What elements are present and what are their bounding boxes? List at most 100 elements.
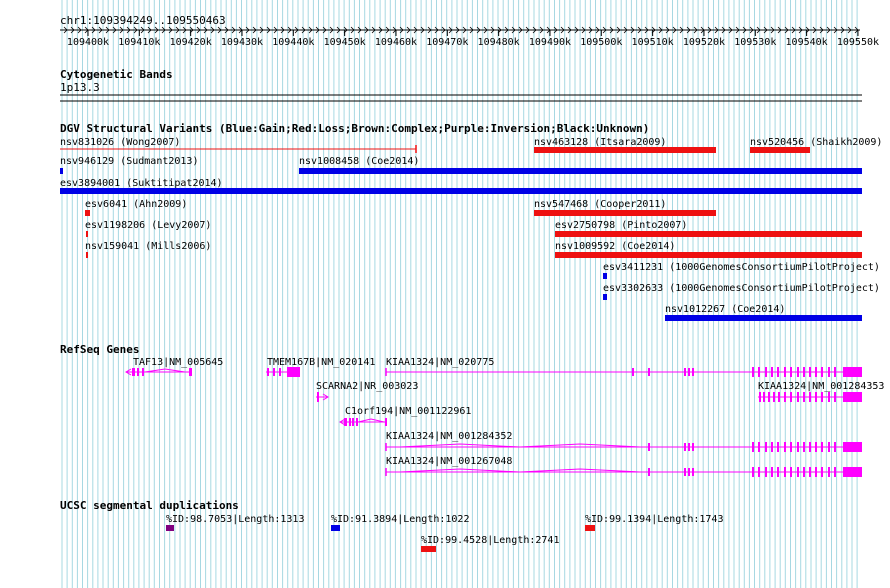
gene-exon[interactable] bbox=[834, 442, 836, 452]
gene-exon[interactable] bbox=[688, 443, 690, 451]
gene-exon[interactable] bbox=[815, 467, 817, 477]
gene-exon[interactable] bbox=[809, 367, 811, 377]
gene-label[interactable]: C1orf194|NM_001122961 bbox=[345, 406, 471, 417]
gene-exon[interactable] bbox=[790, 442, 792, 452]
gene-exon[interactable] bbox=[797, 442, 799, 452]
segdup-bar[interactable] bbox=[166, 525, 174, 531]
gene-exon[interactable] bbox=[828, 367, 830, 377]
gene-exon[interactable] bbox=[821, 367, 823, 377]
gene-exon[interactable] bbox=[778, 392, 780, 402]
dgv-feature-bar[interactable] bbox=[555, 252, 862, 258]
gene-exon[interactable] bbox=[344, 418, 347, 426]
dgv-feature-bar[interactable] bbox=[603, 294, 607, 300]
gene-exon[interactable] bbox=[777, 467, 779, 477]
gene-exon[interactable] bbox=[287, 367, 300, 377]
dgv-feature-label[interactable]: esv3302633 (1000GenomesConsortiumPilotPr… bbox=[603, 283, 880, 294]
gene-exon[interactable] bbox=[648, 368, 650, 376]
gene-exon[interactable] bbox=[279, 368, 281, 376]
gene-exon[interactable] bbox=[777, 367, 779, 377]
gene-label[interactable]: SCARNA2|NR_003023 bbox=[316, 381, 418, 392]
gene-label[interactable]: TMEM167B|NM_020141 bbox=[267, 357, 375, 368]
gene-exon[interactable] bbox=[809, 392, 811, 402]
gene-exon[interactable] bbox=[267, 368, 269, 376]
gene-exon[interactable] bbox=[784, 442, 786, 452]
gene-exon[interactable] bbox=[834, 392, 836, 402]
gene-exon[interactable] bbox=[771, 442, 773, 452]
gene-exon[interactable] bbox=[752, 467, 754, 477]
dgv-feature-bar[interactable] bbox=[86, 252, 88, 258]
gene-exon[interactable] bbox=[784, 392, 786, 402]
gene-exon[interactable] bbox=[684, 468, 686, 476]
dgv-feature-label[interactable]: nsv946129 (Sudmant2013) bbox=[60, 156, 198, 167]
gene-exon[interactable] bbox=[752, 442, 754, 452]
gene-exon[interactable] bbox=[317, 392, 319, 402]
segdup-bar[interactable] bbox=[421, 546, 436, 552]
gene-exon[interactable] bbox=[828, 392, 830, 402]
gene-exon[interactable] bbox=[815, 442, 817, 452]
dgv-feature-bar[interactable] bbox=[60, 188, 862, 194]
dgv-feature-label[interactable]: nsv1008458 (Coe2014) bbox=[299, 156, 419, 167]
dgv-feature-label[interactable]: nsv520456 (Shaikh2009) bbox=[750, 137, 882, 148]
gene-exon[interactable] bbox=[758, 442, 760, 452]
gene-exon[interactable] bbox=[765, 442, 767, 452]
gene-exon[interactable] bbox=[632, 368, 634, 376]
gene-exon[interactable] bbox=[815, 367, 817, 377]
gene-exon[interactable] bbox=[758, 367, 760, 377]
gene-exon[interactable] bbox=[821, 442, 823, 452]
gene-exon[interactable] bbox=[692, 368, 694, 376]
dgv-feature-label[interactable]: esv1198206 (Levy2007) bbox=[85, 220, 211, 231]
gene-exon[interactable] bbox=[815, 392, 817, 402]
gene-exon[interactable] bbox=[768, 392, 770, 402]
gene-exon[interactable] bbox=[797, 392, 799, 402]
gene-exon[interactable] bbox=[688, 368, 690, 376]
dgv-feature-label[interactable]: nsv831026 (Wong2007) bbox=[60, 137, 180, 148]
gene-exon[interactable] bbox=[773, 392, 775, 402]
dgv-feature-bar[interactable] bbox=[60, 168, 63, 174]
gene-exon[interactable] bbox=[688, 468, 690, 476]
gene-exon[interactable] bbox=[790, 392, 792, 402]
gene-exon[interactable] bbox=[273, 368, 275, 376]
dgv-feature-label[interactable]: esv3894001 (Suktitipat2014) bbox=[60, 178, 223, 189]
gene-exon[interactable] bbox=[352, 418, 354, 426]
gene-exon[interactable] bbox=[385, 418, 387, 426]
gene-label[interactable]: KIAA1324|NM_001267048 bbox=[386, 456, 512, 467]
dgv-feature-bar[interactable] bbox=[299, 168, 862, 174]
gene-exon[interactable] bbox=[692, 468, 694, 476]
gene-exon[interactable] bbox=[765, 467, 767, 477]
dgv-feature-bar[interactable] bbox=[750, 147, 810, 153]
gene-exon[interactable] bbox=[843, 442, 862, 452]
gene-exon[interactable] bbox=[821, 467, 823, 477]
gene-exon[interactable] bbox=[843, 392, 862, 402]
dgv-feature-label[interactable]: esv2750798 (Pinto2007) bbox=[555, 220, 687, 231]
gene-exon[interactable] bbox=[784, 467, 786, 477]
gene-exon[interactable] bbox=[132, 368, 135, 376]
gene-exon[interactable] bbox=[684, 368, 686, 376]
gene-exon[interactable] bbox=[809, 442, 811, 452]
gene-exon[interactable] bbox=[765, 367, 767, 377]
dgv-feature-label[interactable]: nsv547468 (Cooper2011) bbox=[534, 199, 666, 210]
gene-label[interactable]: KIAA1324|NM_020775 bbox=[386, 357, 494, 368]
dgv-feature-label[interactable]: nsv1009592 (Coe2014) bbox=[555, 241, 675, 252]
gene-exon[interactable] bbox=[759, 392, 761, 402]
gene-exon[interactable] bbox=[684, 443, 686, 451]
segdup-label[interactable]: %ID:98.7053|Length:1313 bbox=[166, 514, 304, 525]
gene-exon[interactable] bbox=[809, 467, 811, 477]
gene-label[interactable]: TAF13|NM_005645 bbox=[133, 357, 223, 368]
gene-exon[interactable] bbox=[142, 368, 144, 376]
dgv-feature-bar[interactable] bbox=[665, 315, 862, 321]
dgv-feature-bar[interactable] bbox=[603, 273, 607, 279]
gene-exon[interactable] bbox=[692, 443, 694, 451]
gene-exon[interactable] bbox=[803, 392, 805, 402]
gene-exon[interactable] bbox=[797, 367, 799, 377]
gene-exon[interactable] bbox=[790, 367, 792, 377]
dgv-feature-bar[interactable] bbox=[534, 210, 716, 216]
gene-exon[interactable] bbox=[821, 392, 823, 402]
gene-exon[interactable] bbox=[758, 467, 760, 477]
gene-exon[interactable] bbox=[790, 467, 792, 477]
gene-exon[interactable] bbox=[834, 467, 836, 477]
segdup-label[interactable]: %ID:91.3894|Length:1022 bbox=[331, 514, 469, 525]
gene-exon[interactable] bbox=[356, 418, 358, 426]
gene-exon[interactable] bbox=[648, 443, 650, 451]
gene-exon[interactable] bbox=[803, 442, 805, 452]
dgv-feature-label[interactable]: nsv463128 (Itsara2009) bbox=[534, 137, 666, 148]
